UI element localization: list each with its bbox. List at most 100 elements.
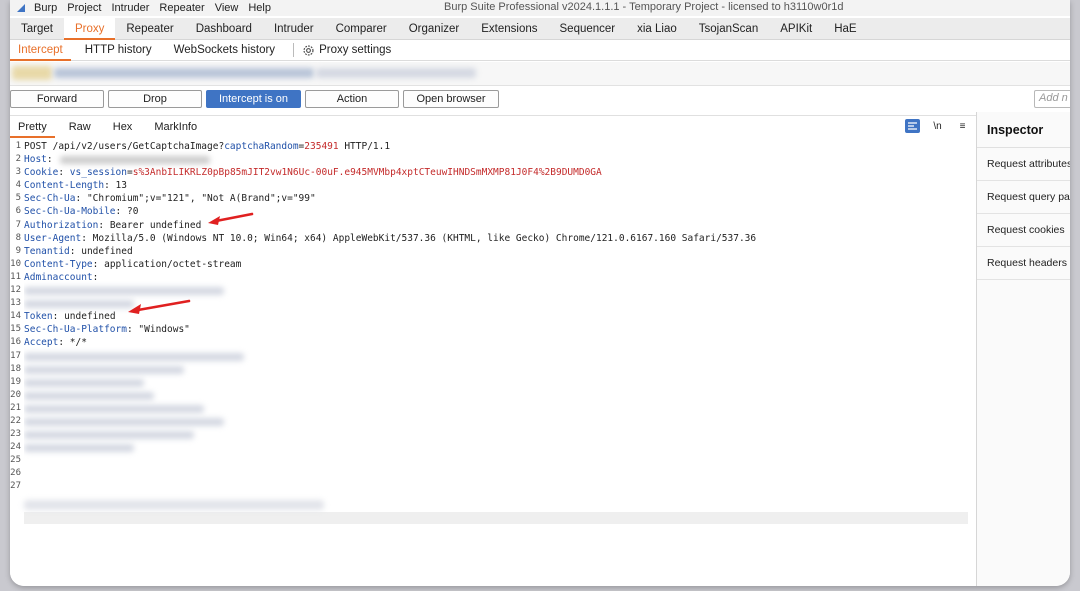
- redacted-value: [24, 378, 144, 387]
- subtab-http-history[interactable]: HTTP history: [77, 40, 160, 61]
- annotation-arrow-token: [128, 299, 191, 314]
- inspector-request-headers[interactable]: Request headers: [977, 247, 1070, 280]
- inspector-request-query-parameters[interactable]: Request query parameters: [977, 181, 1070, 214]
- redacted-value: [24, 404, 204, 413]
- redacted-url: [316, 68, 476, 78]
- tab-tsojanscan[interactable]: TsojanScan: [688, 18, 769, 40]
- line-number: 16: [10, 337, 21, 348]
- open-browser-button[interactable]: Open browser: [403, 90, 499, 108]
- drop-button[interactable]: Drop: [108, 90, 202, 108]
- proxy-sub-tab-bar: Intercept HTTP history WebSockets histor…: [10, 40, 1070, 61]
- redacted-line: [24, 376, 974, 389]
- tab-apikit[interactable]: APIKit: [769, 18, 823, 40]
- tab-organizer[interactable]: Organizer: [398, 18, 471, 40]
- menu-help[interactable]: Help: [248, 2, 271, 14]
- header-adminaccount: Adminaccount:: [24, 271, 974, 284]
- header-accept: Accept: */*: [24, 336, 974, 349]
- proxy-settings-label: Proxy settings: [319, 44, 392, 56]
- tab-comparer[interactable]: Comparer: [325, 18, 398, 40]
- line-number: 9: [15, 245, 21, 256]
- header-content-length: Content-Length: 13: [24, 179, 974, 192]
- tab-extensions[interactable]: Extensions: [470, 18, 548, 40]
- request-editor: Pretty Raw Hex MarkInfo \n ≡ 1 2 3 4 5 6…: [10, 115, 976, 586]
- menu-intruder[interactable]: Intruder: [112, 2, 150, 14]
- redacted-line: [24, 428, 974, 441]
- menu-view[interactable]: View: [215, 2, 239, 14]
- inspector-title: Inspector: [977, 112, 1070, 148]
- header-key: User-Agent: [24, 232, 82, 244]
- tab-markinfo[interactable]: MarkInfo: [146, 116, 205, 138]
- header-value: 13: [109, 180, 127, 192]
- menu-project[interactable]: Project: [67, 2, 101, 14]
- line-number: 1: [15, 141, 21, 151]
- tab-sequencer[interactable]: Sequencer: [549, 18, 627, 40]
- line-number: 22: [10, 415, 21, 426]
- subtab-intercept[interactable]: Intercept: [10, 40, 71, 61]
- intercept-toolbar: Forward Drop Intercept is on Action Open…: [10, 88, 1070, 112]
- tab-pretty[interactable]: Pretty: [10, 116, 55, 138]
- header-value: "Windows": [132, 324, 190, 336]
- query-param-name: captchaRandom: [224, 141, 299, 152]
- editor-options: \n ≡: [895, 119, 970, 133]
- header-content-type: Content-Type: application/octet-stream: [24, 258, 974, 271]
- http-version: HTTP/1.1: [338, 141, 391, 152]
- view-tab-bar: Pretty Raw Hex MarkInfo: [10, 116, 976, 138]
- header-key: Adminaccount: [24, 271, 93, 283]
- header-colon: :: [58, 167, 65, 179]
- line-number: 21: [10, 402, 21, 413]
- request-line: POST /api/v2/users/GetCaptchaImage?captc…: [24, 140, 974, 153]
- window-title: Burp Suite Professional v2024.1.1.1 - Te…: [444, 1, 844, 13]
- line-number: 6: [15, 206, 21, 217]
- divider: [293, 43, 295, 57]
- newline-toggle-icon[interactable]: \n: [930, 119, 945, 133]
- inspector-request-cookies[interactable]: Request cookies: [977, 214, 1070, 247]
- header-user-agent: User-Agent: Mozilla/5.0 (Windows NT 10.0…: [24, 232, 974, 245]
- tab-raw[interactable]: Raw: [61, 116, 99, 138]
- redacted-line: [24, 350, 974, 363]
- horizontal-scrollbar[interactable]: [24, 500, 968, 524]
- tab-repeater[interactable]: Repeater: [115, 18, 184, 40]
- line-number: 4: [15, 180, 21, 191]
- subtab-websockets-history[interactable]: WebSockets history: [166, 40, 283, 61]
- header-value: undefined: [75, 245, 133, 257]
- header-value: Mozilla/5.0 (Windows NT 10.0; Win64; x64…: [86, 232, 757, 244]
- proxy-settings-button[interactable]: Proxy settings: [302, 44, 391, 57]
- tab-xia-liao[interactable]: xia Liao: [626, 18, 688, 40]
- line-number: 2: [15, 154, 21, 165]
- redacted-url: [54, 68, 314, 78]
- menu-icon[interactable]: ≡: [955, 119, 970, 133]
- tab-intruder[interactable]: Intruder: [263, 18, 325, 40]
- header-key: Tenantid: [24, 245, 70, 257]
- redacted-line: [24, 402, 974, 415]
- line-number: 24: [10, 442, 21, 453]
- tab-target[interactable]: Target: [10, 18, 64, 40]
- header-value: undefined: [58, 311, 116, 323]
- tab-hae[interactable]: HaE: [823, 18, 867, 40]
- forward-button[interactable]: Forward: [10, 90, 104, 108]
- header-key: Accept: [24, 337, 59, 349]
- request-url-bar: [10, 62, 1070, 86]
- annotation-input[interactable]: Add n: [1034, 90, 1070, 108]
- cookie-value: s%3AnbILIKRLZ0pBp85mJIT2vw1N6Uc-00uF.e94…: [132, 167, 602, 179]
- pretty-print-icon[interactable]: [905, 119, 920, 133]
- inspector-request-attributes[interactable]: Request attributes: [977, 148, 1070, 181]
- menu-burp[interactable]: Burp: [34, 2, 57, 14]
- redacted-value: [24, 417, 224, 426]
- tab-hex[interactable]: Hex: [105, 116, 141, 138]
- header-value: ?0: [121, 206, 139, 218]
- redacted-line: [24, 284, 974, 297]
- header-key: Sec-Ch-Ua-Mobile: [24, 206, 116, 218]
- header-sec-ch-ua: Sec-Ch-Ua: "Chromium";v="121", "Not A(Br…: [24, 192, 974, 205]
- tab-proxy[interactable]: Proxy: [63, 18, 116, 40]
- empty-line: [24, 480, 974, 493]
- tab-dashboard[interactable]: Dashboard: [185, 18, 263, 40]
- redacted-value: [24, 431, 194, 440]
- action-button[interactable]: Action: [305, 90, 399, 108]
- header-key: Host: [24, 154, 47, 166]
- burp-window: Burp Project Intruder Repeater View Help…: [10, 0, 1070, 586]
- menu-repeater[interactable]: Repeater: [159, 2, 204, 14]
- intercept-toggle-button[interactable]: Intercept is on: [206, 90, 301, 108]
- line-number: 19: [10, 376, 21, 387]
- inspector-panel: Inspector Request attributes Request que…: [976, 112, 1070, 586]
- redacted-value: [24, 365, 184, 374]
